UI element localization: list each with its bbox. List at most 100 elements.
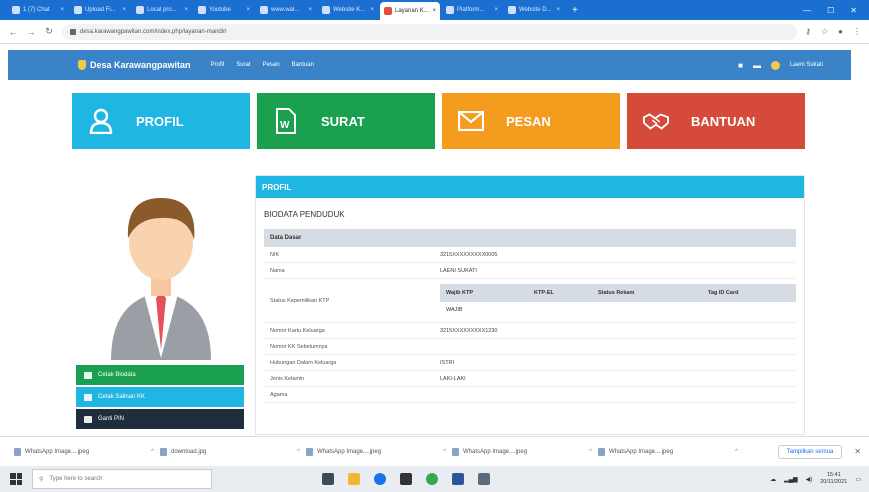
taskbar-apps — [322, 473, 490, 485]
nav-link-bantuan[interactable]: Bantuan — [292, 62, 314, 68]
chevron-up-icon[interactable]: ^ — [735, 449, 738, 455]
profile-sidebar: Cetak Biodata Cetak Salinan KK Ganti PIN — [76, 175, 246, 429]
close-tab-icon[interactable]: × — [246, 7, 250, 13]
person-avatar-icon — [111, 198, 211, 360]
nav-link-surat[interactable]: Surat — [236, 62, 250, 68]
tab-favicon-icon — [384, 7, 392, 15]
browser-tab[interactable]: www.wal... × — [256, 2, 316, 18]
table-row: NIK 3215XXXXXXXXX0005 — [264, 247, 796, 263]
user-icon — [88, 108, 114, 134]
store-icon[interactable] — [400, 473, 412, 485]
user-avatar[interactable] — [770, 60, 780, 70]
new-tab-button[interactable]: + — [572, 5, 578, 16]
key-icon[interactable]: ⚷ — [805, 27, 811, 36]
forward-icon[interactable]: → — [26, 27, 36, 37]
download-item[interactable]: WhatsApp Image....jpeg ^ — [306, 447, 446, 456]
weather-icon[interactable]: ☁ — [770, 476, 776, 483]
browser-tab[interactable]: Youtube × — [194, 2, 254, 18]
taskbar-search-input[interactable]: ⚲ Type here to search — [32, 469, 212, 489]
menu-icon[interactable]: ⋮ — [853, 27, 861, 36]
download-item[interactable]: WhatsApp Image....jpeg ^ — [14, 447, 154, 456]
ktp-table-header: Wajib KTP KTP-EL Status Rekam Tag ID Car… — [440, 283, 796, 302]
window-controls: — ☐ ✕ — [803, 6, 869, 15]
printer-icon — [84, 393, 92, 401]
browser-tab[interactable]: Website K... × — [318, 2, 378, 18]
panel-title: PROFIL — [256, 176, 804, 198]
notification-icon[interactable]: ■ — [738, 61, 743, 70]
tab-favicon-icon — [74, 6, 82, 14]
edge-browser-icon[interactable] — [374, 473, 386, 485]
printer-icon — [84, 371, 92, 379]
address-bar-row: ← → ↻ desa.karawangpawitan.com/index.php… — [0, 20, 869, 44]
show-all-downloads-button[interactable]: Tampilkan semua — [777, 444, 843, 459]
close-tab-icon[interactable]: × — [122, 7, 126, 13]
image-file-icon — [598, 447, 605, 456]
user-name[interactable]: Laeni Sukati — [790, 62, 823, 68]
chevron-up-icon[interactable]: ^ — [443, 449, 446, 455]
download-item[interactable]: WhatsApp Image....jpeg ^ — [452, 447, 592, 456]
ktp-table-row: WAJIB — [446, 306, 463, 313]
clock[interactable]: 15:41 20/11/2021 — [820, 472, 847, 486]
close-tab-icon[interactable]: × — [370, 7, 374, 13]
url-field[interactable]: desa.karawangpawitan.com/index.php/layan… — [62, 23, 798, 40]
tile-profil[interactable]: PROFIL — [72, 93, 250, 149]
ktp-status-table: Wajib KTP KTP-EL Status Rekam Tag ID Car… — [440, 283, 796, 318]
close-icon[interactable]: ✕ — [854, 447, 861, 456]
tab-favicon-icon — [12, 6, 20, 14]
brand[interactable]: Desa Karawangpawitan — [78, 60, 191, 70]
minimize-icon[interactable]: — — [803, 6, 811, 15]
profile-icon[interactable]: ● — [838, 27, 843, 36]
change-pin-button[interactable]: Ganti PIN — [76, 409, 244, 429]
close-tab-icon[interactable]: × — [308, 7, 312, 13]
close-tab-icon[interactable]: × — [184, 7, 188, 13]
browser-tab[interactable]: 1 (7) Chat × — [8, 2, 68, 18]
close-tab-icon[interactable]: × — [432, 8, 436, 14]
print-kk-copy-button[interactable]: Cetak Salinan KK — [76, 387, 244, 407]
download-item[interactable]: download.jpg ^ — [160, 447, 300, 456]
browser-tab[interactable]: Platform... × — [442, 2, 502, 18]
chevron-up-icon[interactable]: ^ — [589, 449, 592, 455]
table-row: Hubungan Dalam Keluarga ISTRI — [264, 355, 796, 371]
volume-icon[interactable]: ◀) — [806, 476, 813, 483]
svg-text:W: W — [280, 120, 290, 131]
nav-link-profil[interactable]: Profil — [211, 62, 225, 68]
image-file-icon — [452, 447, 459, 456]
app-icon[interactable] — [478, 473, 490, 485]
chrome-icon[interactable] — [426, 473, 438, 485]
close-tab-icon[interactable]: × — [494, 7, 498, 13]
chevron-up-icon[interactable]: ^ — [297, 449, 300, 455]
chevron-up-icon[interactable]: ^ — [151, 449, 154, 455]
message-icon[interactable]: ▬ — [753, 61, 761, 70]
table-row: Agama — [264, 387, 796, 403]
maximize-icon[interactable]: ☐ — [827, 6, 834, 15]
browser-tab[interactable]: Upload Fi... × — [70, 2, 130, 18]
notifications-icon[interactable]: ▭ — [855, 476, 861, 483]
close-window-icon[interactable]: ✕ — [850, 6, 857, 15]
tile-surat[interactable]: W SURAT — [257, 93, 435, 149]
table-row: Status Kepemilikan KTP Wajib KTP KTP-EL … — [264, 279, 796, 323]
tile-pesan[interactable]: PESAN — [442, 93, 620, 149]
task-view-icon[interactable] — [322, 473, 334, 485]
close-tab-icon[interactable]: × — [60, 7, 64, 13]
network-icon[interactable]: ▂▄▆ — [784, 476, 797, 483]
close-tab-icon[interactable]: × — [556, 7, 560, 13]
print-biodata-button[interactable]: Cetak Biodata — [76, 365, 244, 385]
browser-tab-active[interactable]: Layanan K... × — [380, 2, 440, 20]
tile-bantuan[interactable]: BANTUAN — [627, 93, 805, 149]
profile-panel: PROFIL BIODATA PENDUDUK Data Dasar NIK 3… — [255, 175, 805, 435]
tab-favicon-icon — [260, 6, 268, 14]
download-item[interactable]: WhatsApp Image....jpeg ^ — [598, 447, 738, 456]
reload-icon[interactable]: ↻ — [44, 26, 54, 37]
key-icon — [84, 415, 92, 423]
browser-tab[interactable]: Local pro... × — [132, 2, 192, 18]
word-icon[interactable] — [452, 473, 464, 485]
windows-start-icon[interactable] — [10, 473, 22, 485]
browser-tab[interactable]: Website D... × — [504, 2, 564, 18]
image-file-icon — [14, 447, 21, 456]
file-explorer-icon[interactable] — [348, 473, 360, 485]
table-row: Nomor Kartu Keluarga 3215XXXXXXXXX1230 — [264, 323, 796, 339]
section-header: Data Dasar — [264, 229, 796, 247]
star-icon[interactable]: ☆ — [821, 27, 828, 36]
nav-link-pesan[interactable]: Pesan — [263, 62, 280, 68]
back-icon[interactable]: ← — [8, 27, 18, 37]
